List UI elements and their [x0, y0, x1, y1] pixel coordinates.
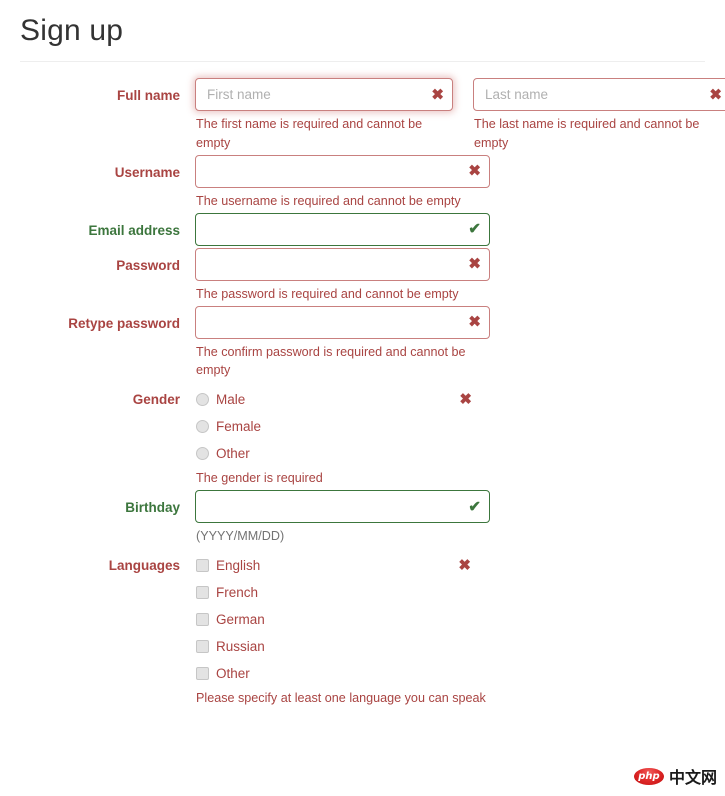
- first-name-input[interactable]: [195, 78, 453, 111]
- radio-icon-gender-male[interactable]: [196, 393, 209, 407]
- control-cell-gender: Male Female Other ✖ The gender is required: [195, 382, 490, 488]
- input-wrap-email: ✔: [195, 212, 490, 246]
- input-wrap-retype-password: ✖: [195, 305, 490, 339]
- help-text-last-name: The last name is required and cannot be …: [474, 117, 700, 150]
- option-label-gender-female: Female: [216, 419, 262, 435]
- option-label-lang-english: English: [216, 557, 261, 573]
- help-text-password: The password is required and cannot be e…: [196, 286, 459, 301]
- option-label-lang-other: Other: [216, 665, 250, 681]
- option-label-gender-male: Male: [216, 392, 246, 408]
- control-cell-first-name: ✖ The first name is required and cannot b…: [195, 78, 453, 153]
- form-group-full-name: Full name ✖ The first name is required and…: [0, 78, 725, 153]
- gender-option-list: Male Female Other ✖: [195, 382, 490, 467]
- option-lang-french[interactable]: French: [195, 579, 490, 606]
- control-cell-languages: English French German Russian Other ✖ Please s…: [195, 548, 490, 708]
- controls-password: ✖ The password is required and cannot be …: [195, 247, 725, 304]
- watermark-logo: php 中文网: [633, 764, 717, 788]
- option-lang-russian[interactable]: Russian: [195, 633, 490, 660]
- label-username: Username: [114, 164, 180, 180]
- checkbox-icon-lang-english[interactable]: [196, 559, 209, 573]
- option-gender-female[interactable]: Female: [195, 413, 490, 440]
- option-label-lang-german: German: [216, 611, 265, 627]
- signup-form: Full name ✖ The first name is required and…: [0, 62, 725, 708]
- label-full-name: Full name: [116, 88, 180, 103]
- label-retype-password: Retype password: [68, 315, 180, 331]
- last-name-input[interactable]: [473, 78, 725, 111]
- label-password: Password: [116, 257, 180, 273]
- birthday-input[interactable]: [195, 490, 490, 524]
- php-badge-icon: php: [633, 767, 664, 785]
- form-group-email-address: Email address ✔: [0, 212, 725, 246]
- checkbox-icon-lang-french[interactable]: [196, 586, 209, 600]
- option-gender-other[interactable]: Other: [195, 440, 490, 467]
- form-group-password: Password ✖ The password is required and ca…: [0, 247, 725, 304]
- radio-icon-gender-female[interactable]: [196, 420, 209, 434]
- help-text-first-name: The first name is required and cannot be…: [196, 117, 423, 150]
- retype-password-input[interactable]: [195, 305, 490, 339]
- form-group-gender: Gender Male Female Other ✖ The gender is requ…: [0, 382, 725, 488]
- control-cell-email: ✔: [195, 212, 490, 246]
- controls-full-name: ✖ The first name is required and cannot b…: [195, 78, 725, 153]
- radio-icon-gender-other[interactable]: [196, 447, 209, 461]
- help-text-languages: Please specify at least one language you…: [196, 691, 486, 706]
- controls-languages: English French German Russian Other ✖ Please s…: [195, 548, 725, 708]
- controls-email-address: ✔: [195, 212, 725, 246]
- label-gender: Gender: [132, 392, 180, 408]
- form-group-birthday: Birthday ✔ (YYYY/MM/DD): [0, 490, 725, 546]
- label-languages: Languages: [108, 558, 180, 574]
- control-cell-password: ✖ The password is required and cannot be …: [195, 247, 490, 304]
- page-header: Sign up: [0, 0, 725, 47]
- option-label-lang-russian: Russian: [216, 638, 265, 654]
- languages-option-list: English French German Russian Other ✖: [195, 548, 490, 687]
- input-wrap-username: ✖: [195, 154, 490, 188]
- checkbox-icon-lang-russian[interactable]: [196, 640, 209, 654]
- option-lang-english[interactable]: English: [195, 552, 490, 579]
- label-birthday: Birthday: [125, 500, 180, 516]
- form-group-languages: Languages English French German Russian Other…: [0, 548, 725, 708]
- input-wrap-last-name: ✖: [473, 78, 725, 111]
- input-wrap-password: ✖: [195, 247, 490, 281]
- control-cell-birthday: ✔ (YYYY/MM/DD): [195, 490, 490, 546]
- help-text-retype-password: The confirm password is required and can…: [196, 344, 466, 378]
- control-cell-last-name: ✖ The last name is required and cannot be…: [473, 78, 725, 153]
- label-email-address: Email address: [88, 222, 180, 238]
- error-x-icon-languages: ✖: [458, 557, 471, 575]
- page-title: Sign up: [20, 14, 124, 47]
- password-input[interactable]: [195, 247, 490, 281]
- controls-birthday: ✔ (YYYY/MM/DD): [195, 490, 725, 546]
- input-wrap-birthday: ✔: [195, 490, 490, 524]
- option-label-lang-french: French: [216, 584, 259, 600]
- control-cell-retype-password: ✖ The confirm password is required and ca…: [195, 305, 490, 381]
- option-lang-other[interactable]: Other: [195, 660, 490, 687]
- help-text-username: The username is required and cannot be e…: [196, 193, 461, 208]
- controls-gender: Male Female Other ✖ The gender is required: [195, 382, 725, 488]
- form-group-username: Username ✖ The username is required and ca…: [0, 154, 725, 211]
- help-text-gender: The gender is required: [196, 471, 323, 486]
- form-group-retype-password: Retype password ✖ The confirm password is …: [0, 305, 725, 381]
- option-gender-male[interactable]: Male: [195, 386, 490, 413]
- checkbox-icon-lang-german[interactable]: [196, 613, 209, 627]
- option-lang-german[interactable]: German: [195, 606, 490, 633]
- control-cell-username: ✖ The username is required and cannot be …: [195, 154, 490, 211]
- error-x-icon-gender: ✖: [459, 391, 472, 409]
- email-input[interactable]: [195, 212, 490, 246]
- username-input[interactable]: [195, 154, 490, 188]
- controls-retype-password: ✖ The confirm password is required and ca…: [195, 305, 725, 381]
- checkbox-icon-lang-other[interactable]: [196, 667, 209, 681]
- option-label-gender-other: Other: [216, 446, 250, 462]
- controls-username: ✖ The username is required and cannot be …: [195, 154, 725, 211]
- watermark-text: 中文网: [668, 768, 717, 787]
- help-text-birthday: (YYYY/MM/DD): [196, 529, 285, 544]
- input-wrap-first-name: ✖: [195, 78, 453, 111]
